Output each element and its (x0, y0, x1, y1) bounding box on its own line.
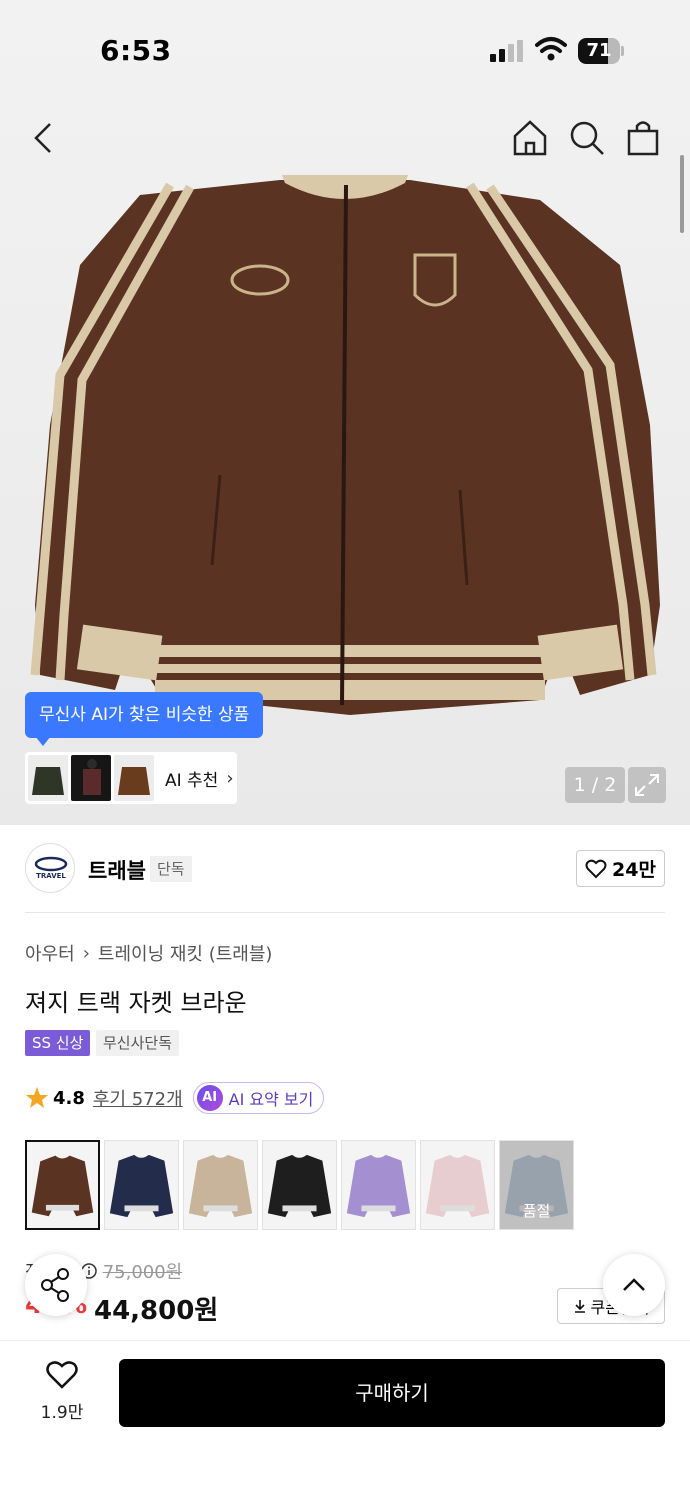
svg-text:TRAVEL: TRAVEL (36, 872, 66, 880)
soldout-label: 품절 (522, 1202, 551, 1220)
bubble-tail (35, 736, 51, 746)
ai-recommend-strip[interactable]: AI 추천 › (25, 752, 237, 804)
chevron-right-icon: › (82, 942, 90, 964)
brand-exclusive-tag: 단독 (150, 856, 192, 882)
sale-price: 44,800원 (94, 1296, 219, 1326)
ai-recommend-label: AI 추천 (165, 770, 219, 791)
scroll-indicator[interactable] (680, 155, 684, 233)
ai-similar-bubble[interactable]: 무신사 AI가 찾은 비슷한 상품 (25, 692, 264, 738)
ai-summary-button[interactable]: AI AI 요약 보기 (192, 1082, 325, 1114)
back-icon[interactable] (22, 116, 66, 160)
rating-row: 4.8 후기 572개 AI AI 요약 보기 (25, 1082, 325, 1114)
scroll-top-button[interactable] (603, 1254, 665, 1316)
ai-thumb[interactable] (71, 755, 111, 801)
product-title: 져지 트랙 자켓 브라운 (25, 989, 247, 1017)
color-variant-thumb[interactable] (262, 1140, 337, 1230)
ai-icon: AI (196, 1085, 223, 1111)
color-variant-thumb[interactable]: 품절 (499, 1140, 574, 1230)
brand-name[interactable]: 트래블 (88, 855, 146, 885)
brand-like-count: 24만 (612, 859, 656, 881)
color-variants: 품절 (25, 1140, 574, 1230)
ai-thumb[interactable] (28, 755, 68, 801)
divider (25, 912, 665, 913)
share-button[interactable] (25, 1254, 87, 1316)
color-variant-thumb[interactable] (183, 1140, 258, 1230)
star-icon (26, 1087, 48, 1108)
chevron-up-icon (623, 1278, 645, 1291)
battery-icon: 71 (578, 38, 624, 64)
expand-icon[interactable] (628, 767, 666, 803)
brand-logo[interactable]: TRAVEL (25, 843, 75, 893)
battery-level: 71 (586, 40, 612, 61)
rating-value: 4.8 (53, 1087, 85, 1109)
wish-count: 1.9만 (40, 1403, 84, 1423)
heart-icon (585, 859, 607, 878)
ai-summary-label: AI 요약 보기 (228, 1090, 314, 1109)
ai-thumb[interactable] (114, 755, 154, 801)
image-page-indicator: 1 / 2 (565, 767, 625, 803)
chevron-right-icon: › (226, 767, 234, 789)
heart-icon (46, 1361, 78, 1389)
ss-new-badge: SS 신상 (25, 1030, 91, 1056)
exclusive-badge: 무신사단독 (96, 1030, 180, 1056)
download-icon (574, 1300, 585, 1313)
product-image[interactable] (20, 175, 670, 735)
home-icon[interactable] (508, 116, 552, 160)
color-variant-thumb[interactable] (420, 1140, 495, 1230)
status-time: 6:53 (100, 34, 172, 67)
breadcrumb-category[interactable]: 아우터 (25, 940, 75, 966)
buy-button[interactable]: 구매하기 (119, 1359, 665, 1427)
color-variant-thumb[interactable] (341, 1140, 416, 1230)
color-variant-thumb[interactable] (104, 1140, 179, 1230)
wish-button[interactable]: 1.9만 (30, 1360, 94, 1430)
review-link[interactable]: 후기 572개 (93, 1085, 183, 1111)
search-icon[interactable] (565, 116, 609, 160)
color-variant-thumb[interactable] (25, 1140, 100, 1230)
product-image-area[interactable]: 6:53 71 무신사 AI가 찾은 비슷한 상품 AI 추천 › 1 / 2 (0, 0, 690, 825)
brand-like-button[interactable]: 24만 (576, 850, 665, 887)
breadcrumb-subcategory[interactable]: 트레이닝 재킷 (트래블) (98, 940, 273, 966)
breadcrumb: 아우터 › 트레이닝 재킷 (트래블) (25, 940, 272, 966)
signal-icon (490, 40, 523, 62)
cart-icon[interactable] (621, 116, 665, 160)
original-price: 75,000원 (102, 1262, 183, 1283)
wifi-icon (535, 37, 567, 61)
share-icon (41, 1268, 69, 1302)
